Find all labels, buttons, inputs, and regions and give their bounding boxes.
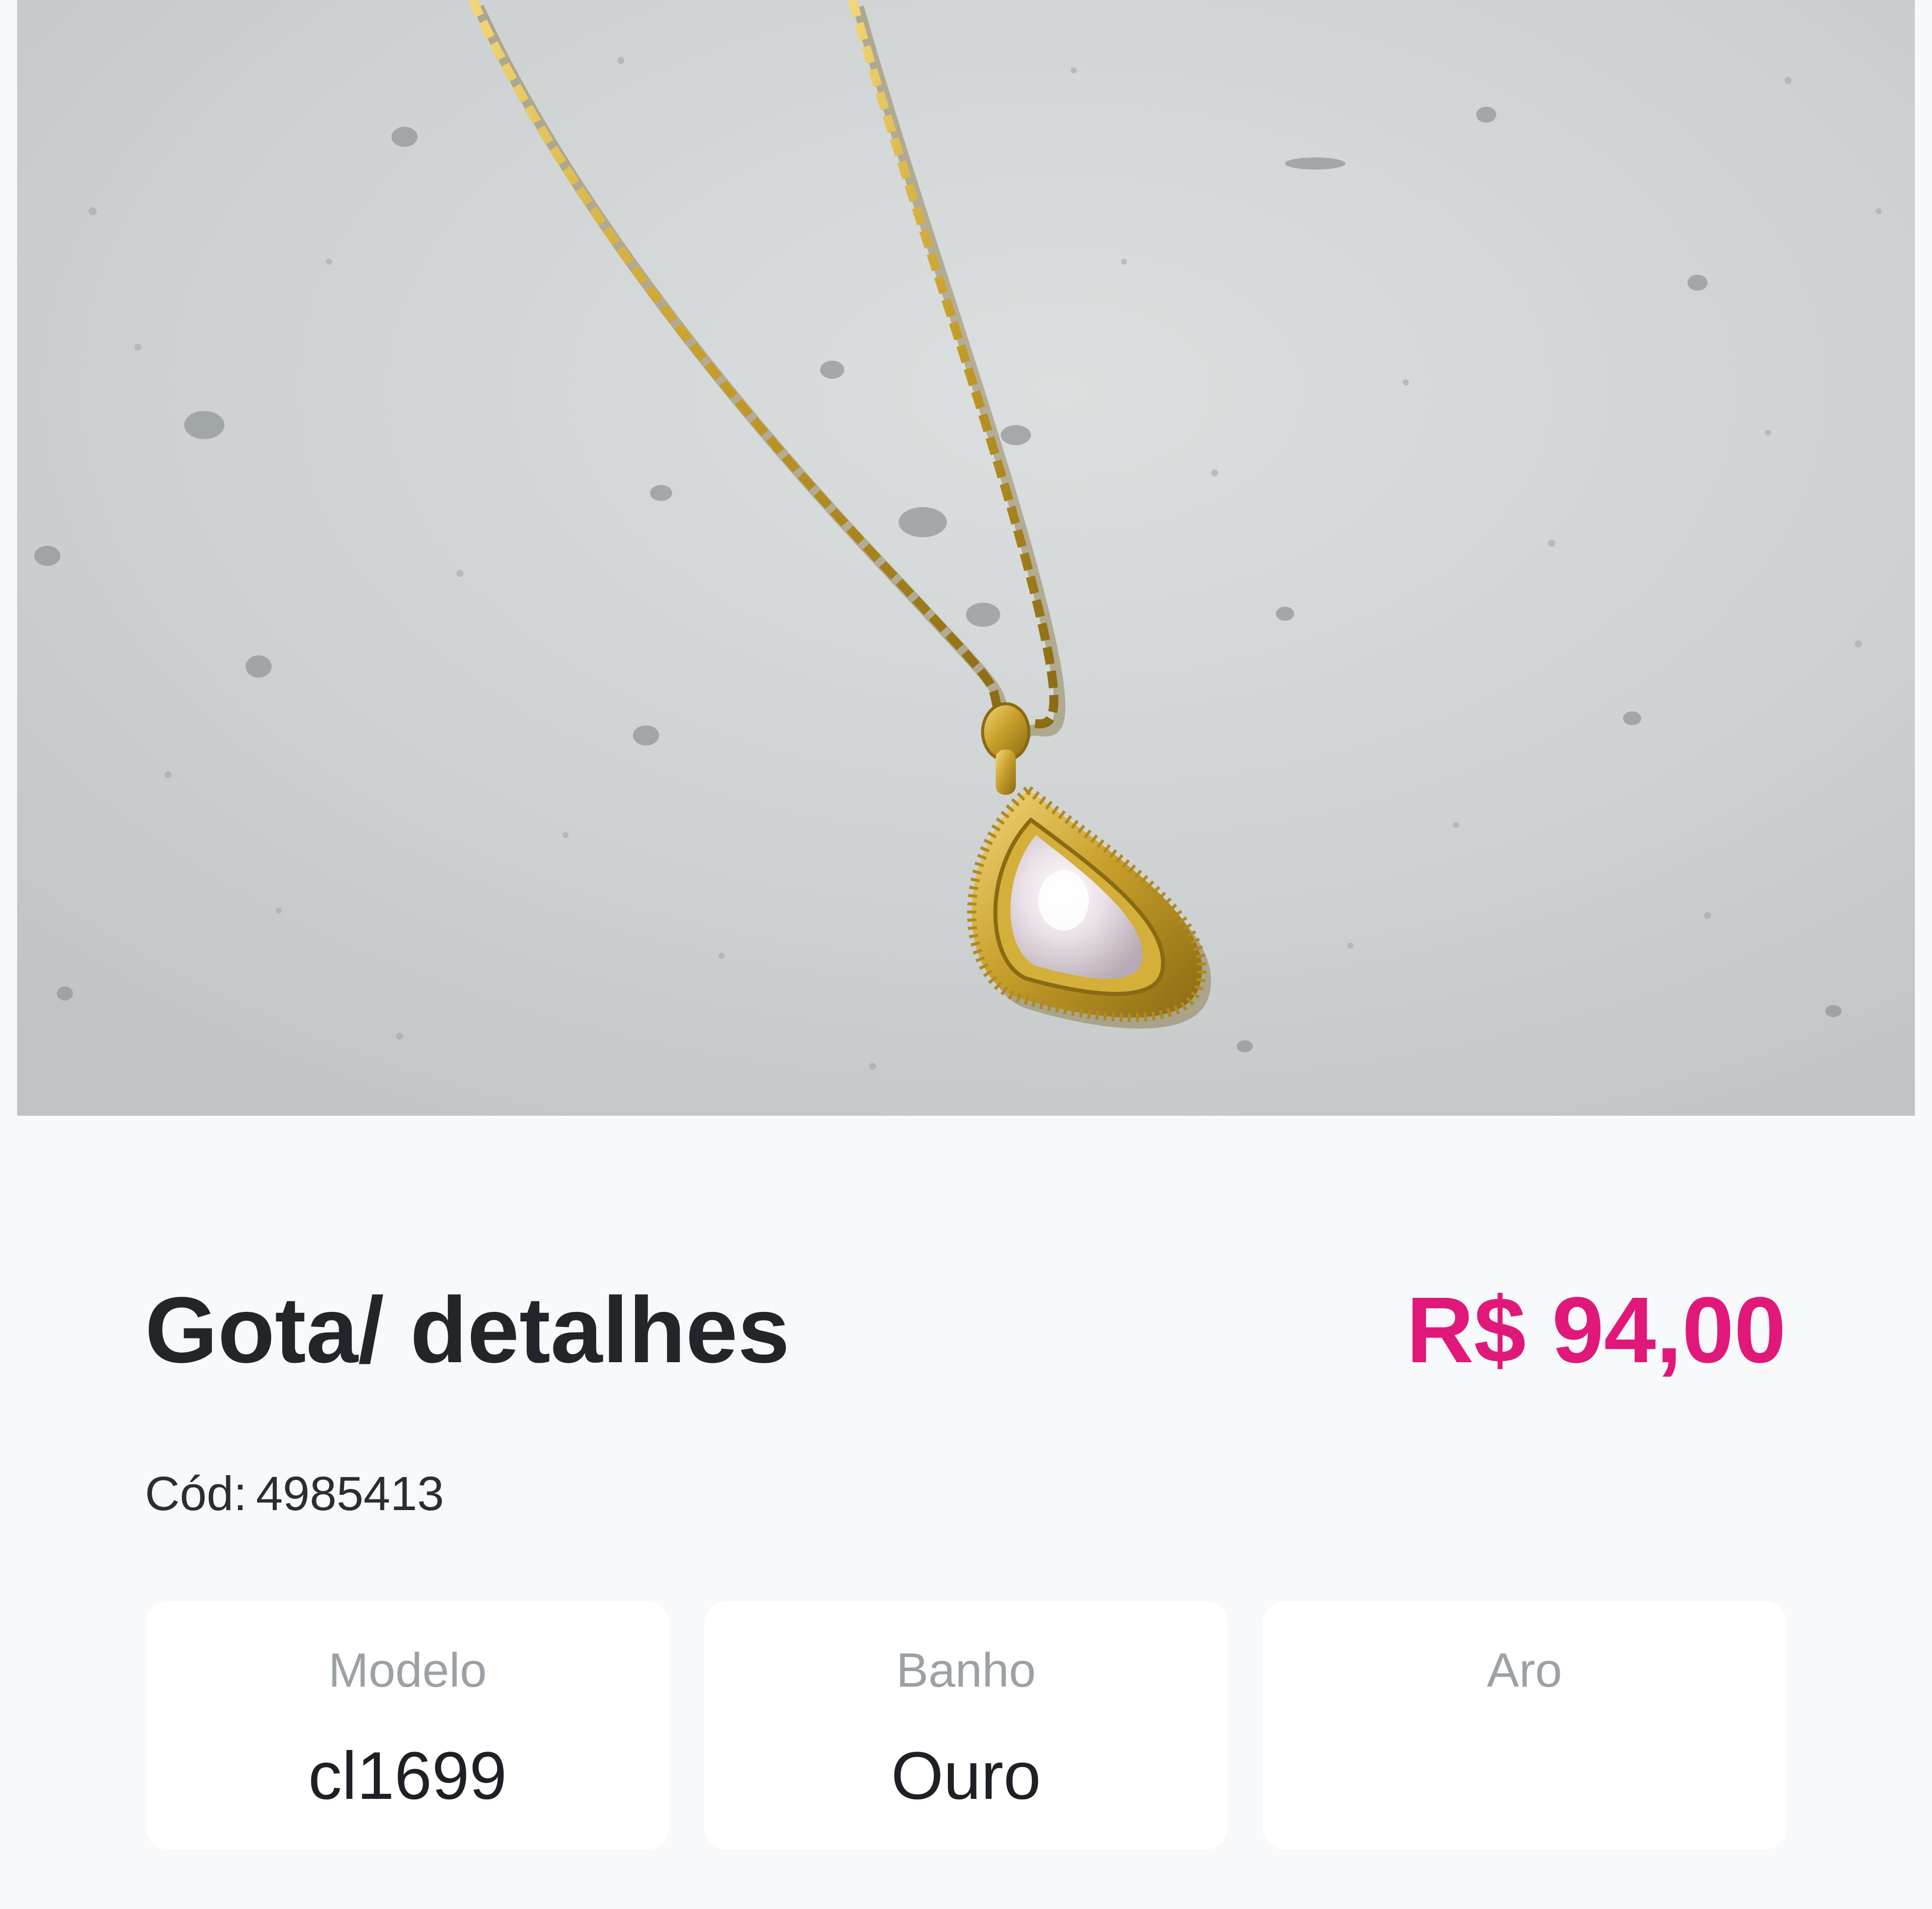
product-price: R$ 94,00 xyxy=(1406,1278,1786,1382)
attribute-card-aro: Aro xyxy=(1263,1601,1786,1850)
attribute-value: Ouro xyxy=(891,1738,1041,1813)
attribute-card-modelo: Modelo cl1699 xyxy=(146,1601,669,1850)
attribute-label: Modelo xyxy=(328,1643,487,1697)
attribute-value: cl1699 xyxy=(308,1738,507,1813)
product-title: Gota/ detalhes xyxy=(145,1278,790,1382)
necklace-photo xyxy=(17,0,1915,1116)
attribute-card-banho: Banho Ouro xyxy=(704,1601,1228,1850)
product-code: Cód: 4985413 xyxy=(145,1464,444,1524)
attribute-label: Aro xyxy=(1487,1643,1562,1697)
product-code-value: 4985413 xyxy=(256,1467,444,1521)
product-code-label: Cód: xyxy=(145,1467,247,1521)
attribute-cards: Modelo cl1699 Banho Ouro Aro xyxy=(146,1601,1786,1850)
attribute-label: Banho xyxy=(896,1643,1036,1697)
product-image[interactable] xyxy=(17,0,1915,1116)
